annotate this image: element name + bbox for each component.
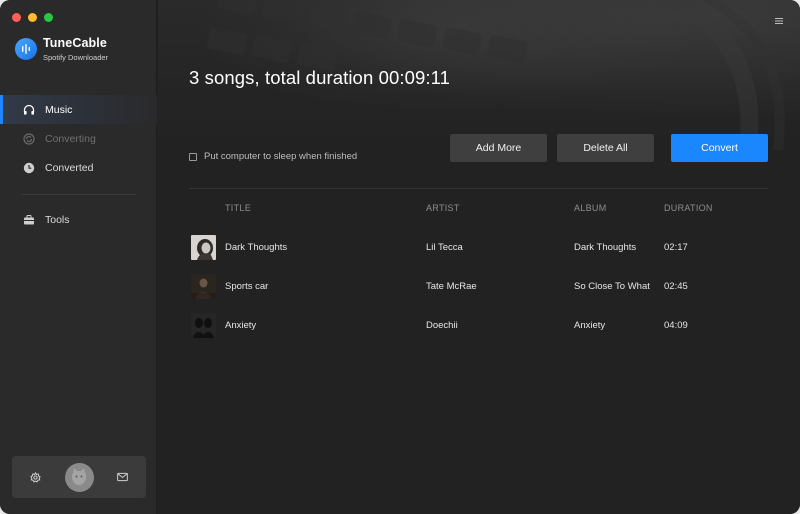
sidebar-item-tools[interactable]: Tools [0, 205, 157, 234]
section-divider [189, 188, 768, 189]
main-panel: 3 songs, total duration 00:09:11 Put com… [158, 0, 800, 514]
sleep-label: Put computer to sleep when finished [204, 151, 358, 162]
column-header-artist[interactable]: ARTIST [426, 203, 460, 213]
sidebar-item-label: Converting [45, 132, 96, 145]
table-row[interactable]: Sports car Tate McRae So Close To What 0… [158, 273, 800, 301]
gear-icon[interactable] [29, 471, 42, 484]
song-title: Dark Thoughts [225, 242, 288, 253]
toolbox-icon [22, 213, 35, 226]
song-artist: Doechii [426, 320, 458, 331]
delete-all-button[interactable]: Delete All [557, 134, 654, 162]
column-header-duration[interactable]: DURATION [664, 203, 713, 213]
song-artist: Lil Tecca [426, 242, 463, 253]
sidebar-item-converting[interactable]: Converting [0, 124, 157, 153]
song-album: Anxiety [574, 320, 606, 331]
app-subtitle: Spotify Downloader [43, 53, 109, 62]
sidebar-item-label: Tools [45, 213, 70, 226]
sidebar-nav: Music Converting Converted Tools [0, 95, 157, 234]
column-header-title[interactable]: TITLE [225, 203, 251, 213]
minimize-window-button[interactable] [28, 13, 37, 22]
song-album: Dark Thoughts [574, 242, 637, 253]
add-more-button[interactable]: Add More [450, 134, 547, 162]
close-window-button[interactable] [12, 13, 21, 22]
table-row[interactable]: Anxiety Doechii Anxiety 04:09 [158, 312, 800, 340]
song-album: So Close To What [574, 281, 650, 292]
songs-summary: 3 songs, total duration 00:09:11 [189, 67, 451, 88]
song-duration: 02:17 [664, 242, 688, 253]
sidebar-divider [21, 194, 136, 195]
avatar-icon [71, 468, 87, 485]
avatar[interactable] [64, 462, 94, 492]
song-title: Anxiety [225, 320, 257, 331]
song-duration: 04:09 [664, 320, 688, 331]
song-title: Sports car [225, 281, 269, 292]
sidebar-item-label: Converted [45, 161, 94, 174]
column-header-album[interactable]: ALBUM [574, 203, 607, 213]
menu-icon[interactable] [774, 13, 784, 24]
clock-icon [22, 161, 35, 174]
app-brand: TuneCable Spotify Downloader [15, 36, 108, 62]
album-cover [191, 235, 216, 260]
sleep-option[interactable]: Put computer to sleep when finished [189, 151, 357, 162]
sidebar-item-converted[interactable]: Converted [0, 153, 157, 182]
table-row[interactable]: Dark Thoughts Lil Tecca Dark Thoughts 02… [158, 234, 800, 262]
sidebar: TuneCable Spotify Downloader Music Conve… [0, 0, 157, 514]
table-header: TITLE ARTIST ALBUM DURATION [158, 203, 800, 215]
sidebar-item-label: Music [45, 103, 73, 116]
mail-icon[interactable] [116, 471, 129, 484]
sidebar-footer [12, 456, 146, 498]
converting-icon [22, 132, 35, 145]
song-duration: 02:45 [664, 281, 688, 292]
sleep-checkbox[interactable] [189, 152, 197, 161]
headphones-icon [22, 103, 35, 116]
maximize-window-button[interactable] [44, 13, 53, 22]
app-window: TuneCable Spotify Downloader Music Conve… [0, 0, 800, 514]
app-name: TuneCable [43, 36, 107, 50]
window-controls [12, 13, 53, 22]
sidebar-item-music[interactable]: Music [0, 95, 157, 124]
convert-button[interactable]: Convert [671, 134, 768, 162]
album-cover [191, 274, 216, 299]
album-cover [191, 313, 216, 338]
song-artist: Tate McRae [426, 281, 477, 292]
app-logo-icon [15, 38, 37, 60]
